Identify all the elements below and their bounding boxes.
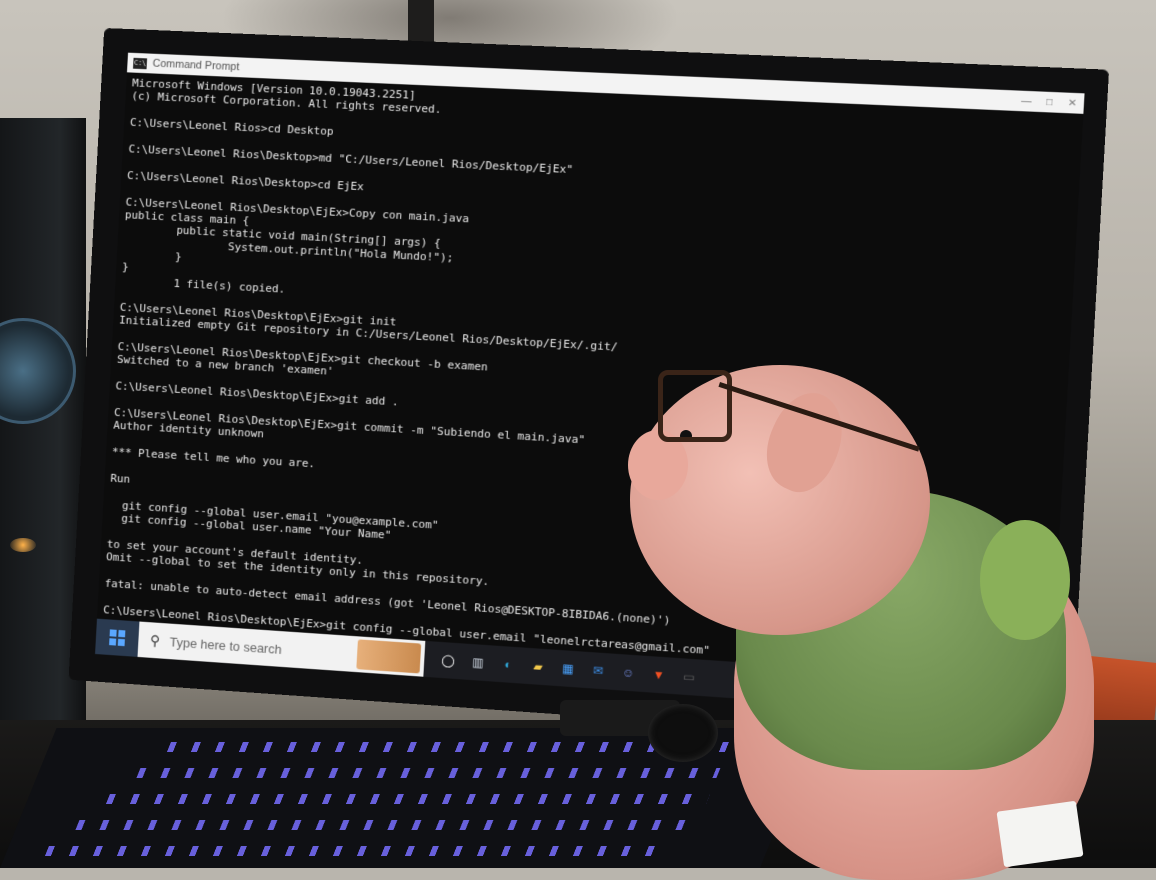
key-row [75, 820, 690, 830]
key-row [136, 768, 721, 778]
glasses [658, 370, 732, 442]
case-fan [0, 318, 76, 424]
store-icon[interactable]: ▦ [557, 658, 578, 679]
cmd-icon: C:\ [133, 57, 148, 69]
terminal-icon[interactable]: ▭ [678, 666, 699, 688]
search-highlight-image [356, 639, 422, 674]
taskbar-icons: ◯ ▥ ◐ ▰ ▦ ✉ ☺ ▼ ▭ [424, 649, 700, 688]
mouse [648, 704, 718, 762]
minimize-button[interactable]: — [1015, 95, 1039, 107]
mail-icon[interactable]: ✉ [588, 660, 609, 681]
file-explorer-icon[interactable]: ▰ [527, 656, 548, 677]
discord-icon[interactable]: ☺ [618, 662, 639, 683]
key-row [44, 846, 669, 856]
windows-logo-icon [109, 629, 126, 647]
window-title: Command Prompt [152, 57, 240, 74]
search-icon: ⚲ [149, 631, 161, 649]
maximize-button[interactable]: □ [1038, 96, 1062, 108]
case-led [10, 538, 36, 552]
plush-tag [996, 800, 1084, 868]
plush-hood [980, 520, 1070, 640]
edge-icon[interactable]: ◐ [497, 654, 518, 675]
key-row [166, 742, 731, 752]
close-button[interactable]: ✕ [1061, 97, 1085, 109]
brave-icon[interactable]: ▼ [648, 664, 669, 686]
search-placeholder: Type here to search [169, 633, 283, 657]
task-view-icon[interactable]: ◯ [438, 650, 459, 671]
widgets-icon[interactable]: ▥ [467, 652, 488, 673]
start-button[interactable] [95, 618, 140, 657]
key-row [105, 794, 710, 804]
